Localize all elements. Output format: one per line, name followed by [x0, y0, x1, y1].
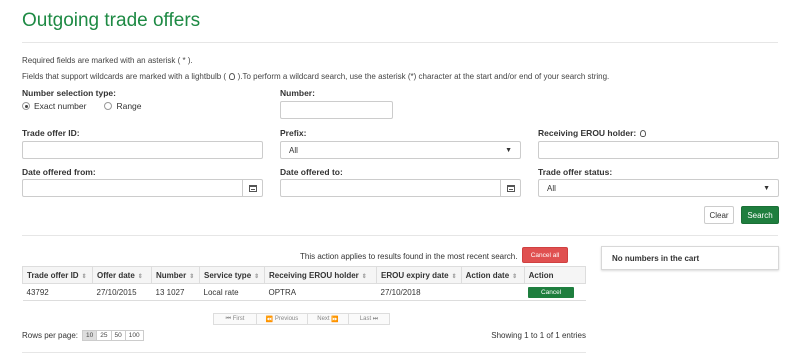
table-header-row: Trade offer ID ⇕ Offer date ⇕ Number ⇕ Serv… [22, 266, 587, 284]
sort-icon: ⇕ [512, 273, 518, 280]
pagination: ⏮ First ⏪ Previous Next ⏩ Last ⏭ [213, 313, 390, 325]
clear-button[interactable]: Clear [704, 206, 734, 224]
sort-icon: ⇕ [81, 273, 87, 280]
cell-erou-expiry: 27/10/2018 [376, 283, 462, 301]
cell-action: Cancel [524, 283, 586, 301]
required-note: Required fields are marked with an aster… [22, 56, 193, 65]
first-page-icon: ⏮ [225, 315, 232, 322]
section-divider [22, 235, 778, 236]
sort-icon: ⇕ [451, 273, 457, 280]
range-label: Range [116, 101, 142, 111]
exact-number-label: Exact number [34, 101, 87, 111]
cell-number: 13 1027 [151, 283, 200, 301]
cell-action-date [461, 283, 525, 301]
showing-entries: Showing 1 to 1 of 1 entries [491, 331, 586, 340]
prefix-label: Prefix: [280, 128, 307, 138]
exact-number-radio[interactable] [22, 102, 30, 110]
number-label: Number: [280, 88, 315, 98]
chevron-down-icon: ▼ [505, 146, 512, 154]
rows-per-page-options: 10 25 50 100 [82, 330, 144, 341]
rows-per-page-option[interactable]: 25 [96, 331, 111, 340]
calendar-icon [248, 184, 257, 192]
receiving-holder-input[interactable] [538, 141, 779, 159]
page-title: Outgoing trade offers [22, 10, 201, 31]
number-selection-label: Number selection type: [22, 88, 116, 98]
date-to-calendar-button[interactable] [500, 180, 520, 196]
pager-last-button[interactable]: Last ⏭ [348, 313, 390, 325]
sort-icon: ⇕ [137, 273, 143, 280]
date-from-input[interactable] [22, 179, 263, 197]
date-to-input[interactable] [280, 179, 521, 197]
prefix-value: All [289, 145, 298, 155]
applies-note: This action applies to results found in … [300, 252, 518, 261]
sort-icon: ⇕ [254, 273, 260, 280]
chevron-down-icon: ▼ [763, 184, 770, 192]
col-service-type[interactable]: Service type ⇕ [199, 266, 265, 284]
row-cancel-button[interactable]: Cancel [528, 286, 575, 298]
col-action-date[interactable]: Action date ⇕ [460, 266, 525, 284]
wildcard-note-post: ).To perform a wildcard search, use the … [237, 72, 610, 81]
col-action: Action [523, 266, 587, 284]
rows-per-page-option[interactable]: 50 [110, 331, 125, 340]
last-page-icon: ⏭ [372, 315, 379, 322]
cell-trade-offer-id: 43792 [22, 283, 93, 301]
col-receiving-holder[interactable]: Receiving EROU holder ⇕ [264, 266, 377, 284]
col-number[interactable]: Number ⇕ [151, 266, 200, 284]
rows-per-page: Rows per page: 10 25 50 100 [22, 330, 144, 341]
pager-first-button[interactable]: ⏮ First [213, 313, 257, 325]
status-label: Trade offer status: [538, 167, 613, 177]
wildcard-note-pre: Fields that support wildcards are marked… [22, 72, 227, 81]
cell-receiving-holder: OPTRA [264, 283, 377, 301]
wildcard-note: Fields that support wildcards are marked… [22, 72, 609, 81]
receiving-holder-label: Receiving EROU holder: [538, 128, 637, 138]
rows-per-page-option[interactable]: 10 [83, 331, 97, 340]
status-value: All [547, 183, 556, 193]
cancel-all-button[interactable]: Cancel all [522, 247, 568, 263]
cell-offer-date: 27/10/2015 [92, 283, 152, 301]
col-erou-expiry[interactable]: EROU expiry date ⇕ [376, 266, 462, 284]
date-from-calendar-button[interactable] [242, 180, 262, 196]
results-table: Trade offer ID ⇕ Offer date ⇕ Number ⇕ Serv… [22, 266, 587, 301]
search-button[interactable]: Search [741, 206, 779, 224]
status-select[interactable]: All ▼ [538, 179, 779, 197]
cart-panel: No numbers in the cart [601, 246, 779, 270]
prefix-select[interactable]: All ▼ [280, 141, 521, 159]
date-from-label: Date offered from: [22, 167, 96, 177]
col-offer-date[interactable]: Offer date ⇕ [92, 266, 152, 284]
lightbulb-icon [639, 130, 646, 137]
cell-service-type: Local rate [199, 283, 265, 301]
pager-next-button[interactable]: Next ⏩ [307, 313, 349, 325]
number-selection-radios: Exact number Range [22, 101, 142, 111]
range-radio[interactable] [104, 102, 113, 110]
title-divider [22, 42, 778, 43]
rows-per-page-option[interactable]: 100 [124, 331, 143, 340]
rows-per-page-label: Rows per page: [22, 331, 79, 340]
bottom-divider [22, 352, 586, 353]
trade-offer-id-input[interactable] [22, 141, 263, 159]
previous-page-icon: ⏪ [265, 316, 274, 323]
col-trade-offer-id[interactable]: Trade offer ID ⇕ [22, 266, 93, 284]
sort-icon: ⇕ [189, 273, 195, 280]
pager-previous-button[interactable]: ⏪ Previous [256, 313, 308, 325]
receiving-holder-label-wrap: Receiving EROU holder: [538, 128, 646, 138]
lightbulb-icon [229, 73, 236, 80]
calendar-icon [506, 184, 515, 192]
number-input[interactable] [280, 101, 393, 119]
table-row: 43792 27/10/2015 13 1027 Local rate OPTR… [22, 283, 586, 301]
sort-icon: ⇕ [361, 273, 367, 280]
trade-offer-id-label: Trade offer ID: [22, 128, 80, 138]
date-to-label: Date offered to: [280, 167, 343, 177]
next-page-icon: ⏩ [331, 316, 339, 323]
